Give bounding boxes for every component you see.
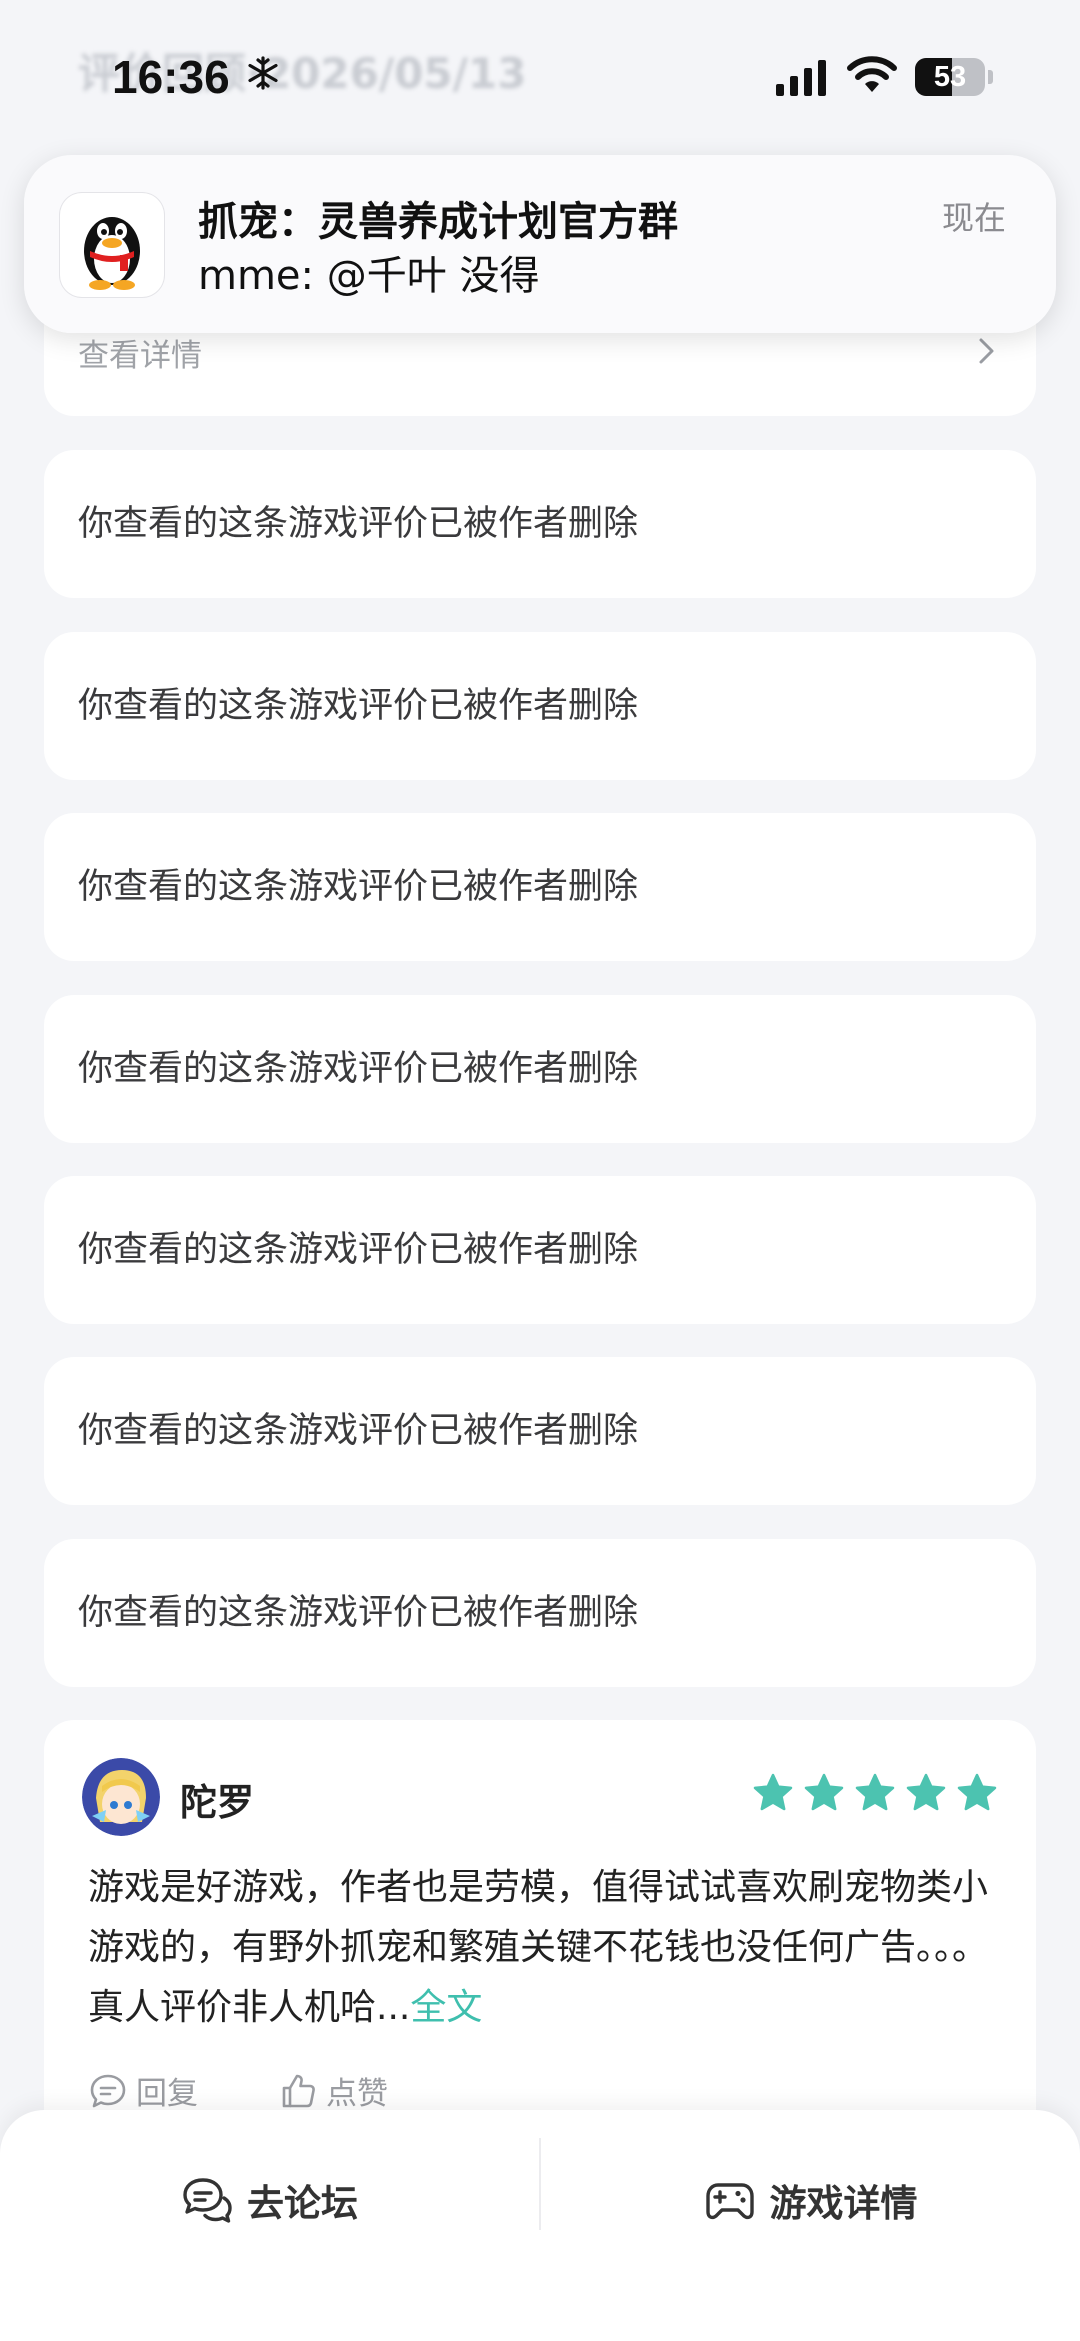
notification-banner[interactable]: 抓宠：灵兽养成计划官方群 mme: @千叶 没得 现在 (24, 155, 1056, 333)
deleted-review-card[interactable]: 你查看的这条游戏评价已被作者删除 (44, 813, 1036, 961)
reply-button[interactable]: 回复 (88, 2068, 198, 2113)
review-actions: 回复 点赞 (88, 2068, 388, 2113)
deleted-review-card[interactable]: 你查看的这条游戏评价已被作者删除 (44, 1357, 1036, 1505)
bottom-action-bar: 去论坛 游戏详情 (0, 2110, 1080, 2341)
star-icon (957, 1773, 997, 1811)
thumbs-up-icon (282, 2074, 315, 2107)
battery-tip (988, 70, 993, 84)
rating-stars (752, 1772, 998, 1814)
cellular-signal-icon (776, 60, 826, 96)
deleted-review-text: 你查看的这条游戏评价已被作者删除 (78, 1411, 639, 1451)
battery-indicator: 53 (915, 58, 985, 96)
notification-time: 现在 (941, 199, 1006, 237)
wifi-icon (847, 56, 897, 92)
review-card[interactable]: 陀罗 游戏是好游戏，作者也是劳模，值得试试喜欢刷宠物类小游戏的，有野外抓宠和繁殖… (44, 1720, 1036, 2160)
notification-message: mme: @千叶 没得 (198, 253, 540, 299)
forum-chat-icon (183, 2178, 232, 2223)
avatar[interactable] (82, 1758, 160, 1836)
like-label: 点赞 (326, 2076, 388, 2112)
deleted-review-text: 你查看的这条游戏评价已被作者删除 (78, 686, 639, 726)
review-author: 陀罗 (180, 1781, 254, 1824)
gamepad-icon (705, 2183, 754, 2220)
game-details-button[interactable]: 游戏详情 (541, 2140, 1080, 2260)
deleted-review-text: 你查看的这条游戏评价已被作者删除 (78, 1049, 639, 1089)
deleted-review-text: 你查看的这条游戏评价已被作者删除 (78, 867, 639, 907)
review-text: 游戏是好游戏，作者也是劳模，值得试试喜欢刷宠物类小游戏的，有野外抓宠和繁殖关键不… (88, 1867, 989, 2028)
go-to-forum-button[interactable]: 去论坛 (0, 2140, 539, 2260)
snowflake-icon (248, 56, 278, 90)
battery-percentage: 53 (933, 61, 967, 93)
deleted-review-card[interactable]: 你查看的这条游戏评价已被作者删除 (44, 450, 1036, 598)
star-icon (753, 1773, 793, 1811)
forum-label: 去论坛 (247, 2182, 358, 2225)
status-time: 16:36 (112, 51, 230, 103)
full-text-link[interactable]: 全文 (410, 1987, 482, 2028)
deleted-review-text: 你查看的这条游戏评价已被作者删除 (78, 1593, 639, 1633)
deleted-review-text: 你查看的这条游戏评价已被作者删除 (78, 504, 639, 544)
deleted-review-card[interactable]: 你查看的这条游戏评价已被作者删除 (44, 995, 1036, 1143)
star-icon (906, 1773, 946, 1811)
star-icon (804, 1773, 844, 1811)
chevron-right-icon (979, 338, 994, 364)
reply-label: 回复 (136, 2076, 198, 2112)
qq-penguin-icon (60, 193, 164, 297)
deleted-review-text: 你查看的这条游戏评价已被作者删除 (78, 1230, 639, 1270)
game-detail-label: 游戏详情 (769, 2182, 918, 2225)
notification-title: 抓宠：灵兽养成计划官方群 (198, 199, 678, 245)
deleted-review-card[interactable]: 你查看的这条游戏评价已被作者删除 (44, 1176, 1036, 1324)
deleted-review-card[interactable]: 你查看的这条游戏评价已被作者删除 (44, 1539, 1036, 1687)
deleted-review-card[interactable]: 你查看的这条游戏评价已被作者删除 (44, 632, 1036, 780)
like-button[interactable]: 点赞 (278, 2068, 388, 2113)
review-body: 游戏是好游戏，作者也是劳模，值得试试喜欢刷宠物类小游戏的，有野外抓宠和繁殖关键不… (88, 1858, 1018, 2038)
star-icon (855, 1773, 895, 1811)
view-details-link[interactable]: 查看详情 (78, 330, 202, 375)
status-bar: 评价回顾·2026/05/13 16:36 53 (0, 0, 1080, 150)
comment-icon (90, 2074, 126, 2107)
